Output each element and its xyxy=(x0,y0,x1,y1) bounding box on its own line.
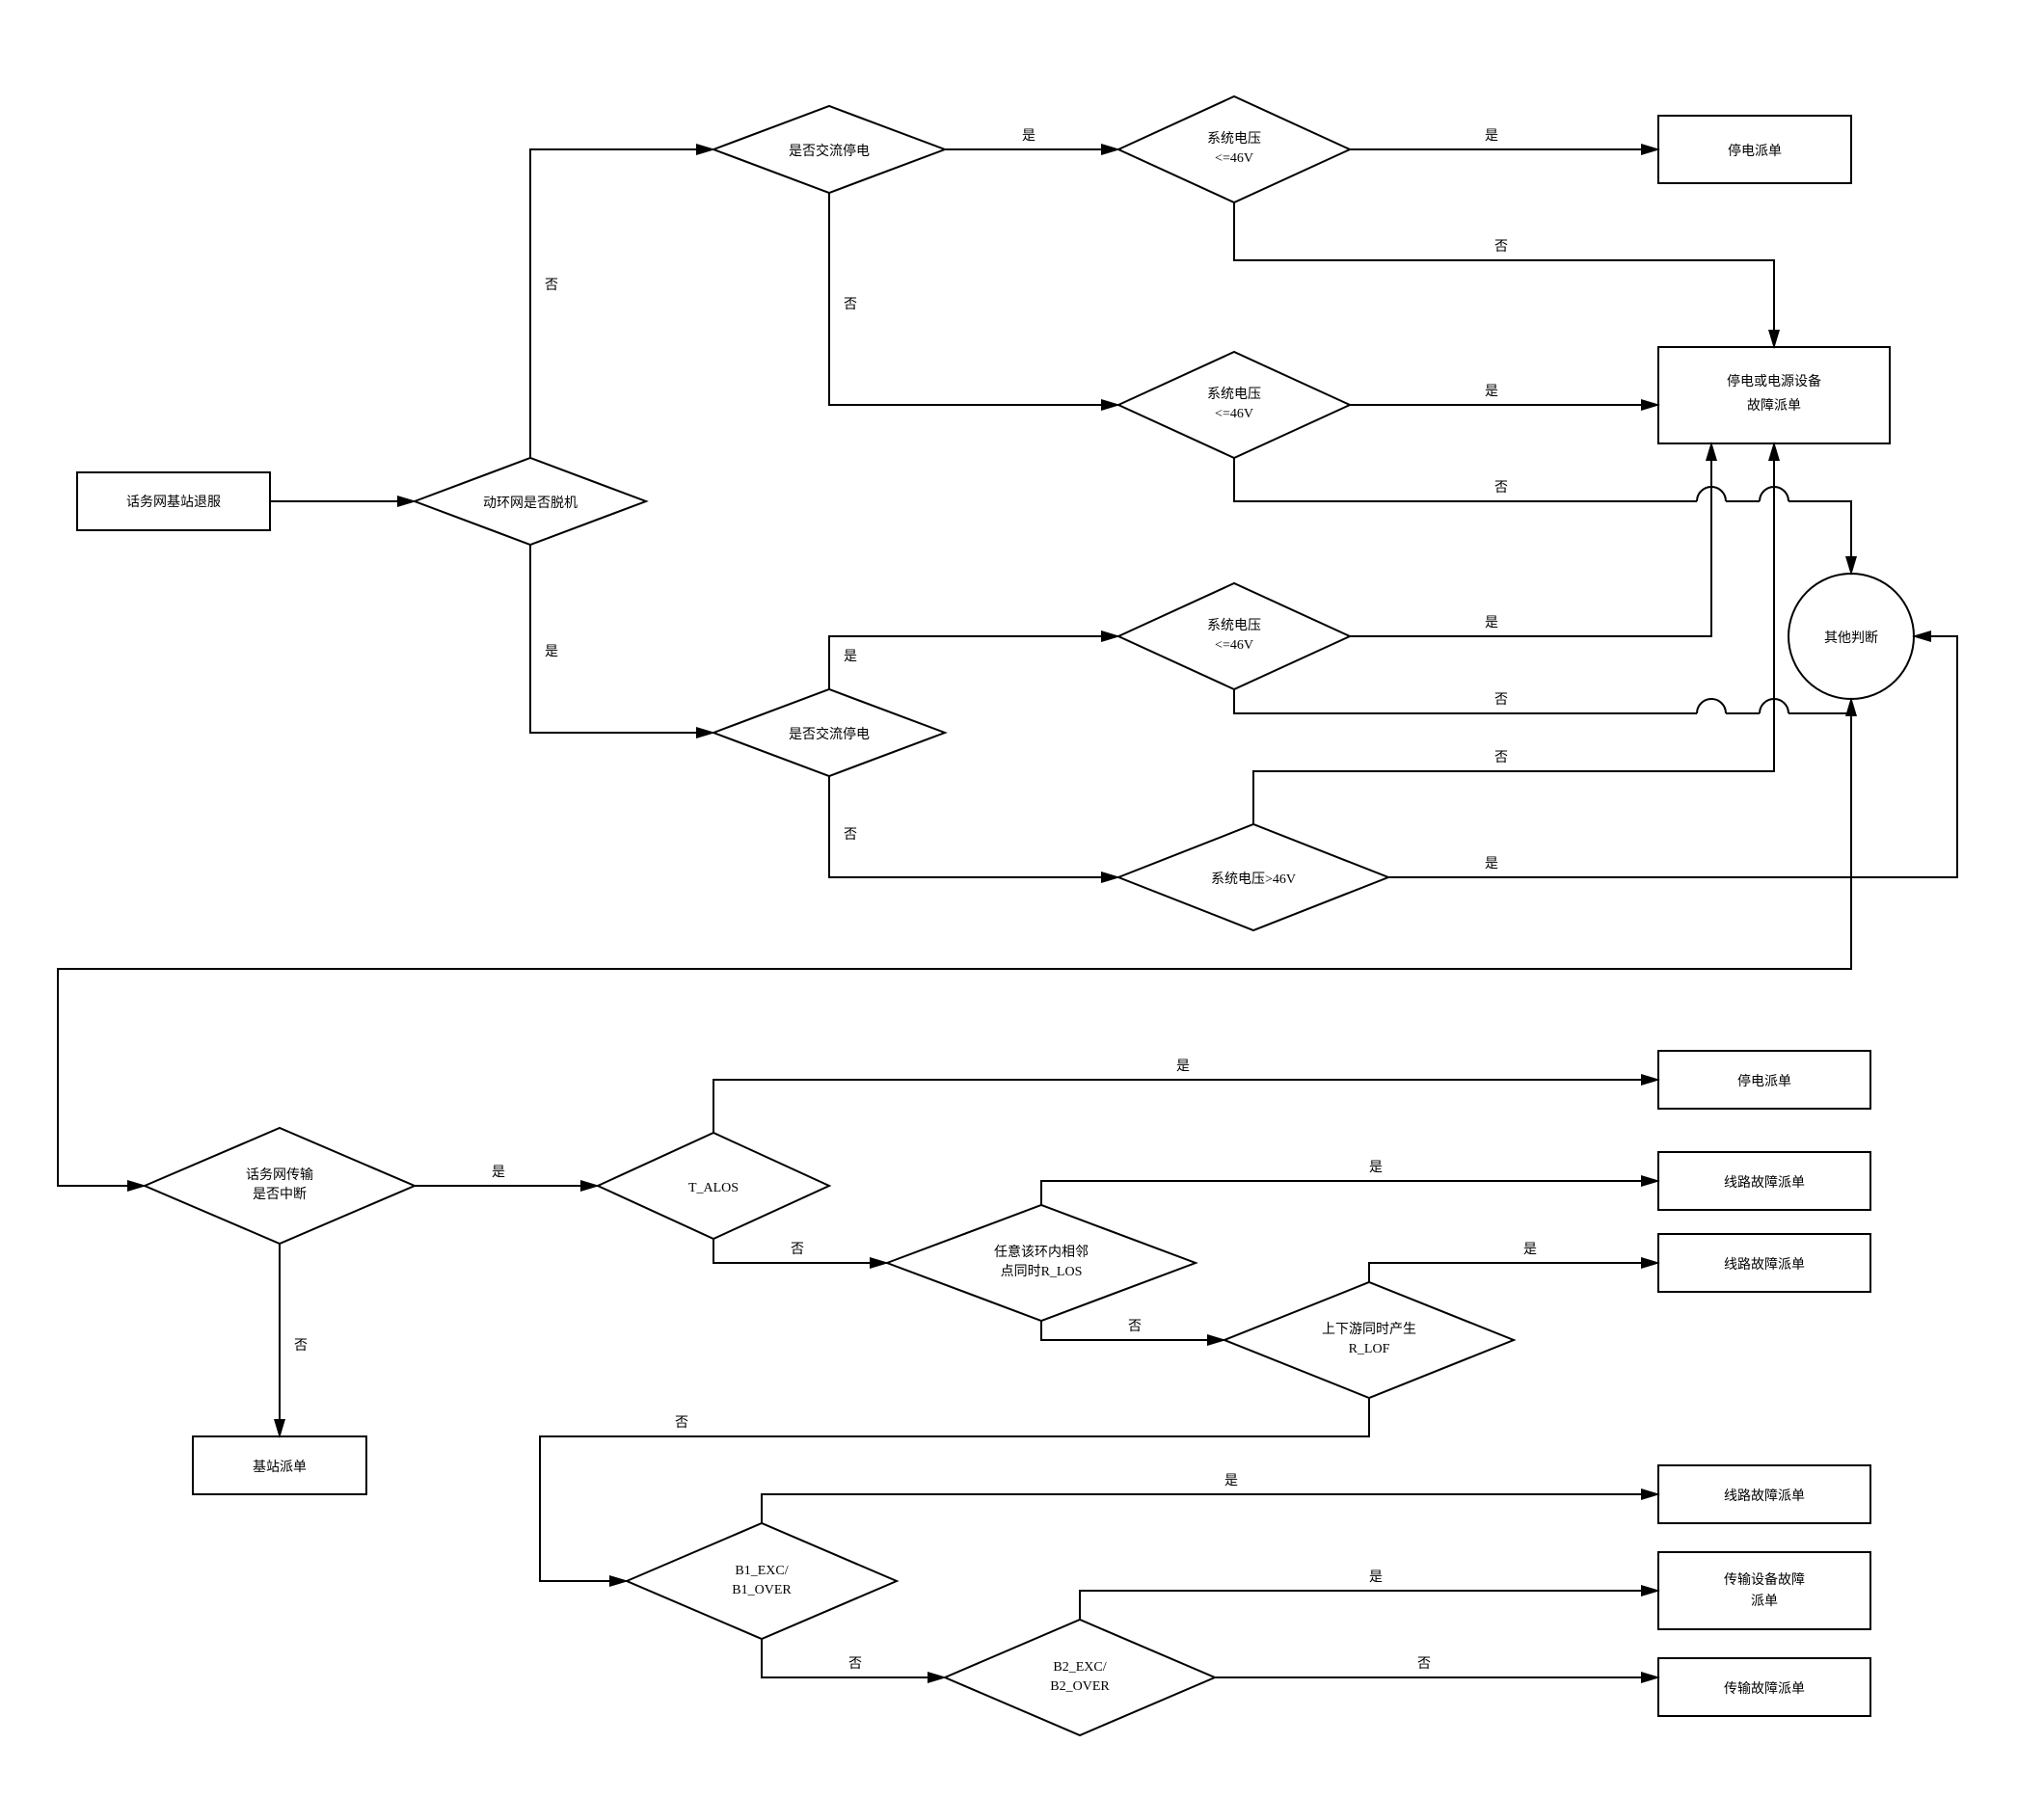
decision-voltage-b xyxy=(1118,352,1350,458)
arrow xyxy=(1788,501,1851,574)
label-yes: 是 xyxy=(492,1166,505,1180)
decision-b2-text1: B2_EXC/ xyxy=(1053,1660,1106,1675)
label-yes: 是 xyxy=(1176,1059,1190,1074)
arrow xyxy=(540,1398,1369,1581)
decision-rlof xyxy=(1224,1282,1514,1398)
label-yes: 是 xyxy=(1485,385,1498,399)
outcome-base-text: 基站派单 xyxy=(253,1459,307,1475)
voltage-d-text: 系统电压>46V xyxy=(1211,872,1296,887)
label-yes: 是 xyxy=(1485,129,1498,144)
outcome-line3-text: 线路故障派单 xyxy=(1724,1489,1805,1504)
decision-ac-bottom-text: 是否交流停电 xyxy=(789,726,870,742)
outcome-line2-text: 线路故障派单 xyxy=(1724,1257,1805,1273)
outcome-tf-text: 传输故障派单 xyxy=(1724,1681,1805,1697)
voltage-c-text1: 系统电压 xyxy=(1207,618,1261,633)
label-yes: 是 xyxy=(545,645,558,659)
decision-rlos-text1: 任意该环内相邻 xyxy=(994,1244,1089,1260)
arrow xyxy=(1041,1181,1658,1205)
outcome-power2-text: 停电派单 xyxy=(1737,1073,1791,1089)
label-no: 否 xyxy=(675,1416,688,1431)
outcome-trans-equipment xyxy=(1658,1552,1870,1629)
voltage-c-text2: <=46V xyxy=(1215,638,1253,653)
outcome-pe-text1: 停电或电源设备 xyxy=(1727,373,1821,389)
voltage-a-text1: 系统电压 xyxy=(1207,131,1261,147)
arrow xyxy=(1369,1263,1658,1282)
label-no: 否 xyxy=(844,298,857,312)
outcome-te-text1: 传输设备故障 xyxy=(1724,1571,1805,1588)
outcome-pe-text2: 故障派单 xyxy=(1747,398,1801,414)
voltage-a-text2: <=46V xyxy=(1215,151,1253,166)
label-no: 否 xyxy=(1128,1320,1142,1334)
arrow xyxy=(713,1080,1658,1133)
outcome-power-text: 停电派单 xyxy=(1728,143,1782,159)
arrow xyxy=(1788,699,1851,713)
label-no: 否 xyxy=(848,1657,862,1672)
label-yes: 是 xyxy=(1485,616,1498,630)
label-no: 否 xyxy=(844,828,857,843)
label-no: 否 xyxy=(1494,481,1508,496)
label-yes: 是 xyxy=(1022,129,1035,144)
decision-talos-text: T_ALOS xyxy=(688,1181,739,1195)
decision-rlos-text2: 点同时R_LOS xyxy=(1001,1264,1083,1279)
hop-arc xyxy=(1697,699,1726,713)
arrow xyxy=(1350,443,1711,636)
label-yes: 是 xyxy=(1369,1570,1383,1585)
outcome-power-equipment xyxy=(1658,347,1890,443)
line xyxy=(1234,689,1697,713)
decision-b1-text2: B1_OVER xyxy=(732,1583,792,1597)
decision-rlof-text2: R_LOF xyxy=(1349,1342,1390,1356)
outcome-line1-text: 线路故障派单 xyxy=(1724,1175,1805,1191)
decision-trans-text2: 是否中断 xyxy=(253,1187,307,1202)
arrow xyxy=(530,149,713,458)
label-no: 否 xyxy=(1494,240,1508,255)
label-no: 否 xyxy=(791,1243,804,1257)
label-yes: 是 xyxy=(1485,857,1498,872)
label-no: 否 xyxy=(545,279,558,293)
label-yes: 是 xyxy=(844,650,857,664)
arrow xyxy=(829,776,1118,877)
decision-ac-top-text: 是否交流停电 xyxy=(789,143,870,159)
voltage-b-text2: <=46V xyxy=(1215,407,1253,421)
decision-transmission xyxy=(145,1128,415,1244)
arrow xyxy=(829,193,1118,405)
arrow xyxy=(530,545,713,733)
arrow xyxy=(1234,202,1774,347)
label-no: 否 xyxy=(1494,751,1508,765)
arrow xyxy=(762,1494,1658,1523)
start-text: 话务网基站退服 xyxy=(126,494,221,510)
decision-b2-text2: B2_OVER xyxy=(1050,1679,1110,1694)
label-yes: 是 xyxy=(1523,1243,1537,1257)
voltage-b-text1: 系统电压 xyxy=(1207,387,1261,402)
decision-b1 xyxy=(627,1523,897,1639)
outcome-te-text2: 派单 xyxy=(1751,1594,1778,1609)
arrow xyxy=(829,636,1118,689)
line xyxy=(1234,458,1697,501)
label-no: 否 xyxy=(294,1339,308,1354)
decision-rlof-text1: 上下游同时产生 xyxy=(1322,1322,1416,1337)
label-no: 否 xyxy=(1417,1657,1431,1672)
label-yes: 是 xyxy=(1224,1474,1238,1489)
decision-voltage-a xyxy=(1118,96,1350,202)
decision-b2 xyxy=(945,1620,1215,1735)
decision-offline-text: 动环网是否脱机 xyxy=(483,496,578,511)
decision-voltage-c xyxy=(1118,583,1350,689)
arrow xyxy=(1080,1591,1658,1620)
decision-rlos xyxy=(887,1205,1196,1321)
label-yes: 是 xyxy=(1369,1161,1383,1175)
outcome-other-text: 其他判断 xyxy=(1824,630,1878,646)
decision-trans-text1: 话务网传输 xyxy=(246,1167,313,1183)
decision-b1-text1: B1_EXC/ xyxy=(735,1564,788,1578)
label-no: 否 xyxy=(1494,693,1508,708)
